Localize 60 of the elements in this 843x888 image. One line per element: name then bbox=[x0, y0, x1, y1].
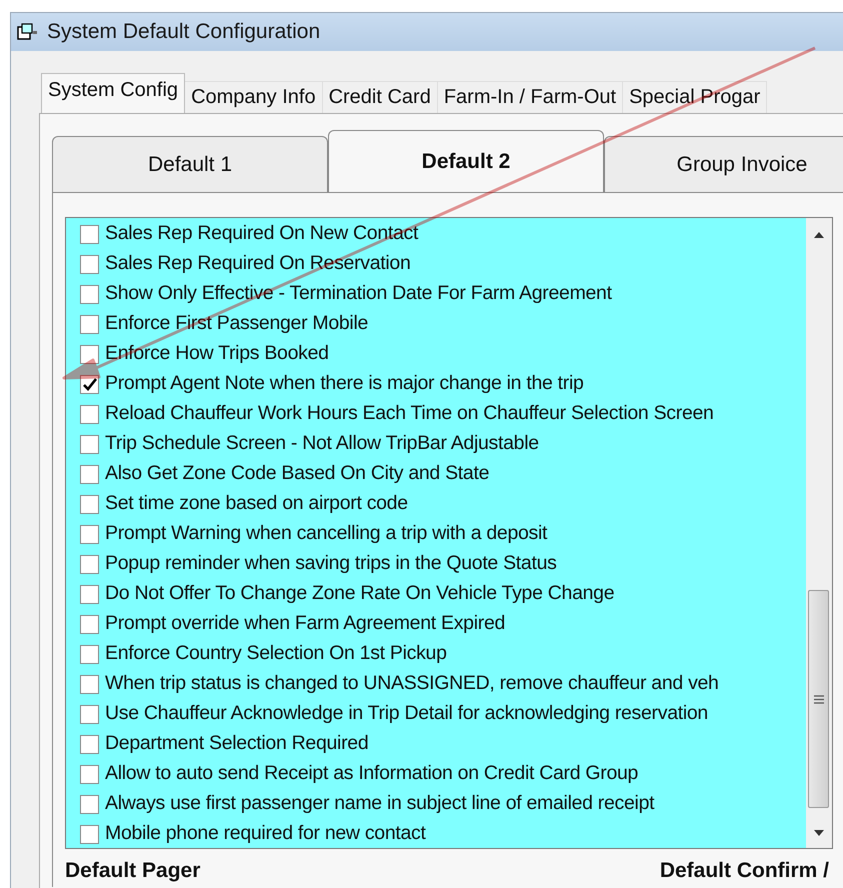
option-label: Mobile phone required for new contact bbox=[105, 821, 426, 846]
checkbox[interactable] bbox=[80, 284, 99, 304]
option-label: Enforce Country Selection On 1st Pickup bbox=[105, 641, 447, 666]
option-label: Sales Rep Required On New Contact bbox=[105, 221, 418, 246]
checkbox[interactable] bbox=[80, 344, 99, 364]
option-label: When trip status is changed to UNASSIGNED, remove chauffeur and veh bbox=[105, 671, 719, 696]
checkbox[interactable] bbox=[80, 824, 99, 844]
option-label: Reload Chauffeur Work Hours Each Time on Chauffeur Selection Screen bbox=[105, 401, 714, 426]
scroll-down-icon[interactable] bbox=[814, 830, 824, 836]
tab[interactable]: System Config bbox=[41, 73, 186, 113]
checkbox[interactable] bbox=[80, 614, 99, 634]
tab[interactable]: Company Info bbox=[185, 81, 323, 113]
option-label: Show Only Effective - Termination Date For Farm Agreement bbox=[105, 281, 612, 306]
group-label: Default Pager bbox=[65, 858, 200, 884]
tab[interactable]: Group Invoice bbox=[604, 136, 843, 192]
window-icon bbox=[17, 23, 39, 41]
checkbox[interactable] bbox=[80, 254, 99, 274]
option-label: Use Chauffeur Acknowledge in Trip Detail for acknowledging reservation bbox=[105, 701, 708, 726]
checkbox[interactable] bbox=[80, 374, 99, 394]
checkbox[interactable] bbox=[80, 434, 99, 454]
checkbox[interactable] bbox=[80, 314, 99, 334]
window-title: System Default Configuration bbox=[47, 19, 320, 46]
scroll-up-icon[interactable] bbox=[814, 232, 824, 238]
checkbox[interactable] bbox=[80, 404, 99, 424]
option-label: Enforce How Trips Booked bbox=[105, 341, 329, 366]
option-label: Popup reminder when saving trips in the Quote Status bbox=[105, 551, 557, 576]
tab[interactable]: Default 1 bbox=[52, 136, 328, 192]
option-label: Always use first passenger name in subject line of emailed receipt bbox=[105, 791, 654, 816]
checkbox[interactable] bbox=[80, 224, 99, 244]
checkbox[interactable] bbox=[80, 734, 99, 754]
checkbox[interactable] bbox=[80, 704, 99, 724]
tab[interactable]: Credit Card bbox=[322, 81, 438, 113]
tab[interactable]: Farm-In / Farm-Out bbox=[438, 81, 624, 113]
checkbox[interactable] bbox=[80, 584, 99, 604]
option-label: Do Not Offer To Change Zone Rate On Vehicle Type Change bbox=[105, 581, 614, 606]
checkbox[interactable] bbox=[80, 524, 99, 544]
option-label: Enforce First Passenger Mobile bbox=[105, 311, 368, 336]
checkbox[interactable] bbox=[80, 644, 99, 664]
checkbox[interactable] bbox=[80, 674, 99, 694]
option-label: Allow to auto send Receipt as Information on Credit Card Group bbox=[105, 761, 638, 786]
scrollbar[interactable] bbox=[806, 218, 832, 848]
option-label: Sales Rep Required On Reservation bbox=[105, 251, 411, 276]
option-label: Also Get Zone Code Based On City and State bbox=[105, 461, 490, 486]
grip-icon bbox=[814, 694, 824, 704]
option-label: Prompt override when Farm Agreement Expired bbox=[105, 611, 506, 636]
option-label: Prompt Agent Note when there is major change in the trip bbox=[105, 371, 584, 396]
tab[interactable]: Default 2 bbox=[328, 130, 604, 192]
option-label: Set time zone based on airport code bbox=[105, 491, 408, 516]
option-label: Department Selection Required bbox=[105, 731, 368, 756]
checkbox[interactable] bbox=[80, 554, 99, 574]
check-icon bbox=[82, 378, 96, 390]
checkbox[interactable] bbox=[80, 494, 99, 514]
checkbox[interactable] bbox=[80, 794, 99, 814]
checkbox[interactable] bbox=[80, 464, 99, 484]
scroll-thumb[interactable] bbox=[808, 590, 829, 808]
option-label: Prompt Warning when cancelling a trip with a deposit bbox=[105, 521, 548, 546]
checkbox[interactable] bbox=[80, 764, 99, 784]
tab[interactable]: Special Progar bbox=[623, 81, 768, 113]
option-label: Trip Schedule Screen - Not Allow TripBar Adjustable bbox=[105, 431, 539, 456]
group-label: Default Confirm / bbox=[660, 858, 829, 884]
